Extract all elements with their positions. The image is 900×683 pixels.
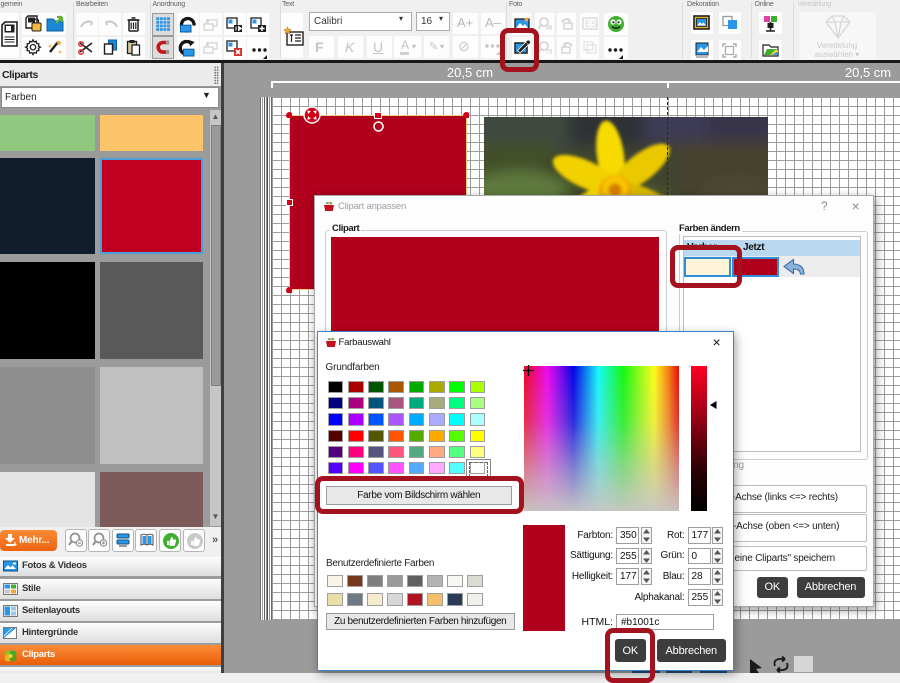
- svg-text:ES: ES: [585, 19, 597, 29]
